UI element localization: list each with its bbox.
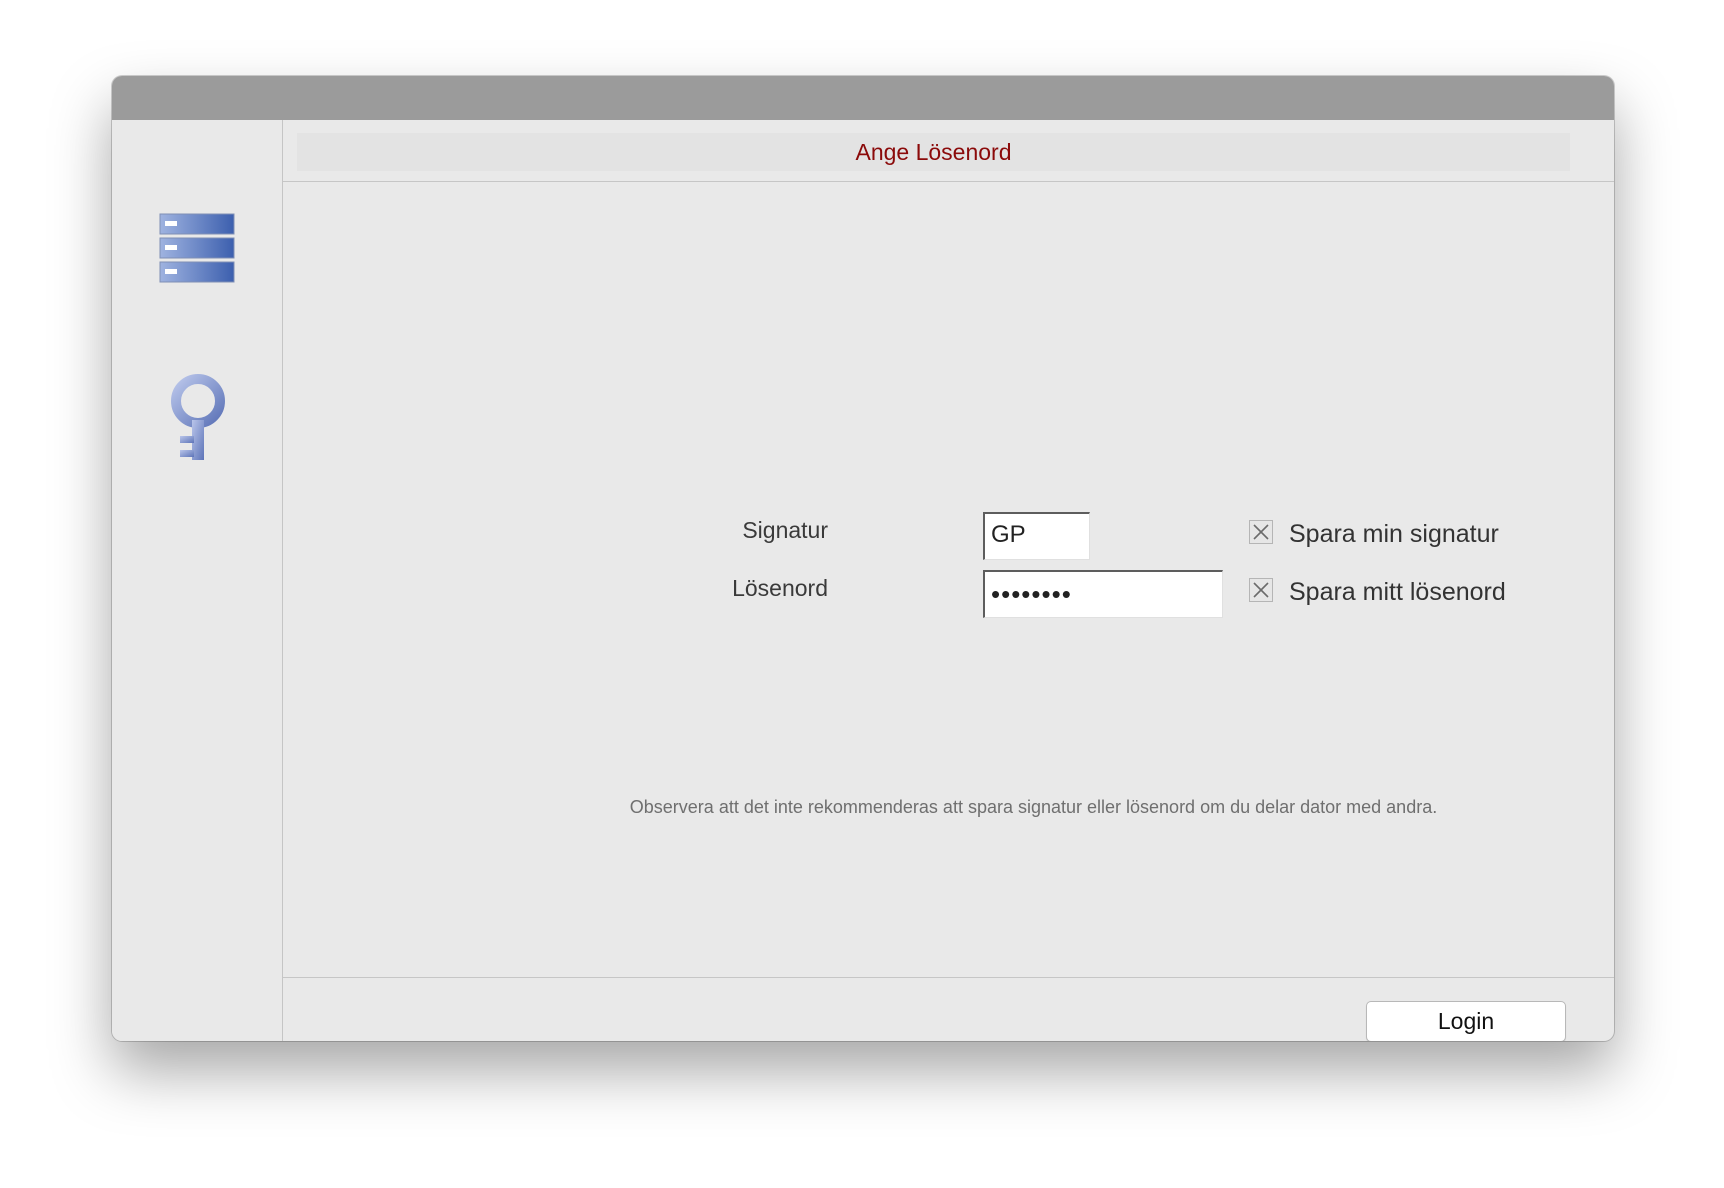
key-icon [170,374,226,469]
sidebar [112,120,283,1041]
window-titlebar[interactable] [112,76,1614,120]
server-stack-icon [159,213,235,288]
password-label: Lösenord [732,575,828,601]
save-password-checkbox[interactable] [1249,578,1273,602]
header-divider [283,181,1614,182]
save-signature-checkbox[interactable] [1249,520,1273,544]
save-password-label[interactable]: Spara mitt lösenord [1289,578,1506,607]
footer-divider [283,977,1614,978]
security-note: Observera att det inte rekommenderas att… [629,797,1438,817]
check-x-icon [1253,582,1269,598]
password-input[interactable]: •••••••• [983,570,1223,618]
signature-label: Signatur [742,517,828,543]
dialog-title: Ange Lösenord [855,138,1012,165]
check-x-icon [1253,524,1269,540]
save-signature-label[interactable]: Spara min signatur [1289,520,1499,549]
login-dialog-window: Ange Lösenord Signatur GP Lösenord •••••… [112,76,1614,1041]
signature-input[interactable]: GP [983,512,1090,560]
login-button[interactable]: Login [1366,1001,1566,1041]
main-panel: Ange Lösenord Signatur GP Lösenord •••••… [283,120,1614,1041]
dialog-header: Ange Lösenord [297,133,1570,171]
